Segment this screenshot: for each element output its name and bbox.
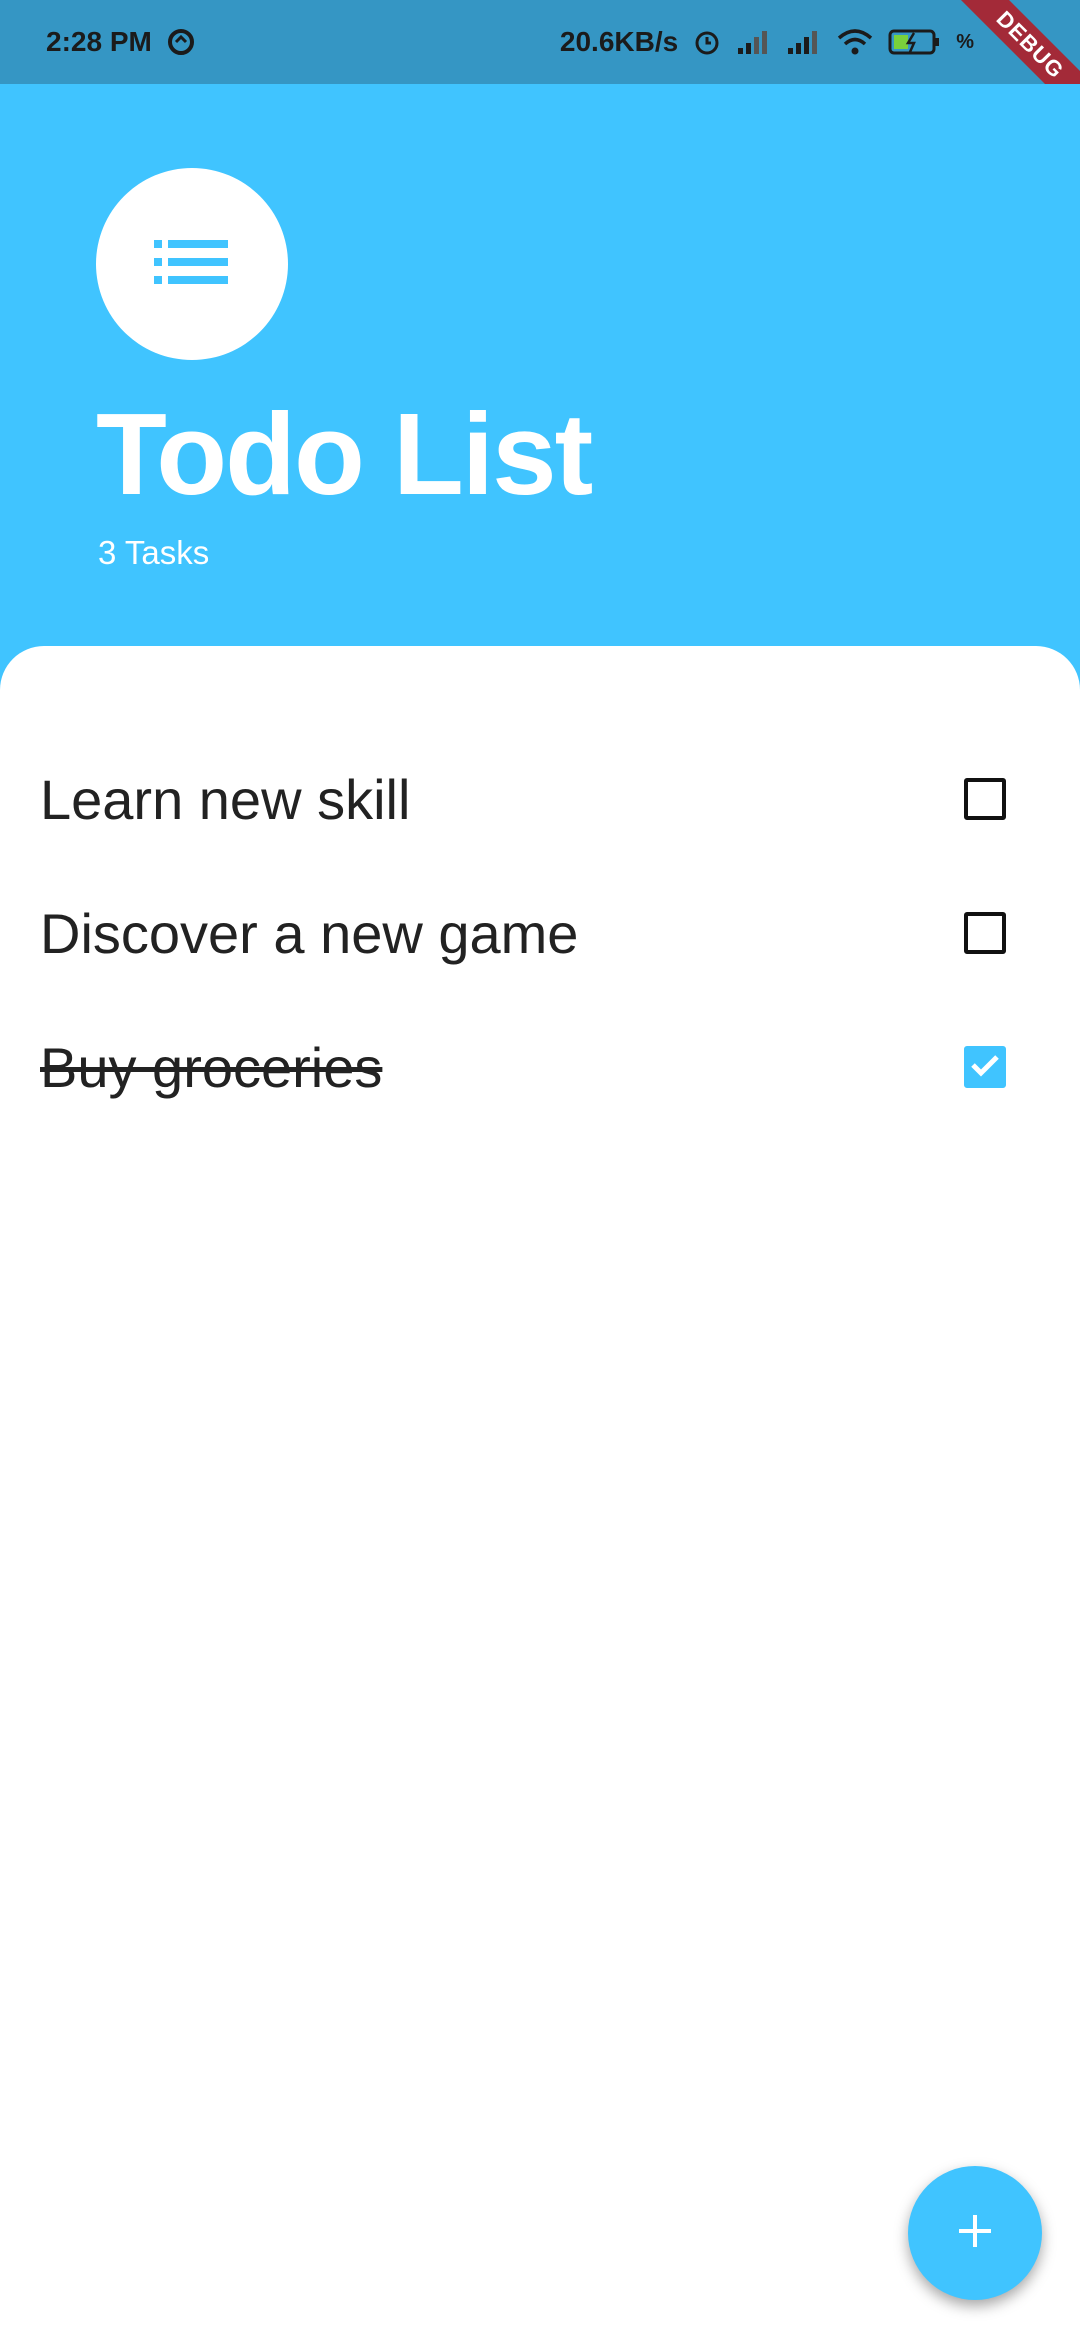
- signal-icon: [786, 28, 822, 56]
- network-speed: 20.6KB/s: [559, 26, 679, 57]
- task-sheet: Learn new skill Discover a new game Buy …: [0, 646, 1080, 2340]
- list-icon-circle: [96, 168, 288, 360]
- task-checkbox[interactable]: [964, 1046, 1006, 1088]
- task-title: Discover a new game: [40, 901, 579, 965]
- battery-charging-icon: [888, 28, 942, 56]
- task-list: Learn new skill Discover a new game Buy …: [0, 732, 1080, 1134]
- page-title: Todo List: [96, 389, 593, 519]
- sync-icon: [166, 27, 196, 57]
- wifi-icon: [836, 28, 874, 56]
- list-icon: [154, 238, 230, 291]
- check-icon: [968, 1048, 1002, 1087]
- add-task-button[interactable]: [908, 2166, 1042, 2300]
- task-title: Buy groceries: [40, 1035, 383, 1099]
- task-item[interactable]: Discover a new game: [0, 866, 1080, 1000]
- status-time: 2:28 PM: [46, 26, 152, 57]
- alarm-icon: [692, 27, 722, 57]
- task-count: 3 Tasks: [98, 534, 210, 571]
- header: Todo List 3 Tasks: [0, 84, 1080, 654]
- task-checkbox[interactable]: [964, 912, 1006, 954]
- task-checkbox[interactable]: [964, 778, 1006, 820]
- status-bar: 2:28 PM 20.6KB/s %: [0, 0, 1080, 84]
- task-item[interactable]: Buy groceries: [0, 1000, 1080, 1134]
- task-title: Learn new skill: [40, 767, 411, 831]
- add-icon: [955, 2211, 995, 2256]
- signal-icon: [736, 28, 772, 56]
- task-item[interactable]: Learn new skill: [0, 732, 1080, 866]
